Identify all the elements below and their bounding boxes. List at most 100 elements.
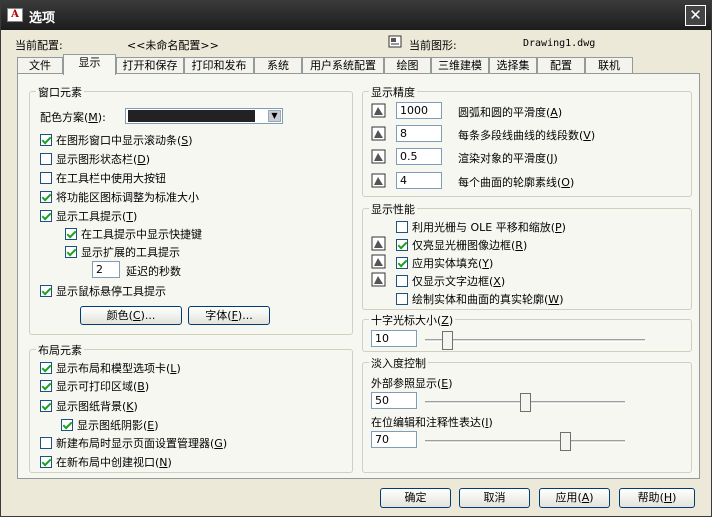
show-scrollbars-checkbox[interactable]: 在图形窗口中显示滚动条(S) — [40, 132, 193, 148]
current-profile-value: <<未命名配置>> — [127, 39, 219, 52]
pan-zoom-raster-checkbox[interactable]: 利用光栅与 OLE 平移和缩放(P) — [396, 219, 566, 235]
current-drawing-label: 当前图形: — [409, 39, 457, 52]
show-layout-model-tabs-checkbox[interactable]: 显示布局和模型选项卡(L) — [40, 360, 181, 376]
large-buttons-checkbox[interactable]: 在工具栏中使用大按钮 — [40, 170, 166, 186]
show-paper-background-checkbox[interactable]: 显示图纸背景(K) — [40, 398, 138, 414]
checkbox-box[interactable] — [396, 221, 408, 233]
display-performance-group: 显示性能 利用光栅与 OLE 平移和缩放(P) 仅亮显光栅图像边框(R) 应用实… — [362, 201, 692, 310]
tab-3d-modeling[interactable]: 三维建模 — [431, 57, 489, 74]
dialog-title: 选项 — [29, 11, 56, 26]
drawing-saved-icon — [371, 173, 386, 188]
xref-fade-input[interactable]: 50 — [371, 392, 417, 409]
colors-button[interactable]: 颜色(C)... — [80, 306, 182, 325]
tab-profiles[interactable]: 配置 — [537, 57, 585, 74]
drawing-icon — [388, 35, 402, 48]
show-page-setup-manager-checkbox[interactable]: 新建布局时显示页面设置管理器(G) — [40, 435, 227, 451]
fonts-button[interactable]: 字体(F)... — [188, 306, 270, 325]
window-elements-title: 窗口元素 — [36, 84, 84, 100]
checkbox-box[interactable] — [40, 400, 52, 412]
inplace-fade-slider-track[interactable] — [425, 440, 625, 443]
checkbox-box[interactable] — [40, 210, 52, 222]
tab-system[interactable]: 系统 — [254, 57, 302, 74]
checkbox-box[interactable] — [65, 228, 77, 240]
tab-files[interactable]: 文件 — [17, 57, 63, 74]
checkbox-box[interactable] — [40, 285, 52, 297]
contour-lines-input[interactable]: 4 — [396, 172, 442, 189]
ok-button[interactable]: 确定 — [380, 488, 451, 508]
checkbox-box[interactable] — [40, 437, 52, 449]
highlight-raster-frame-checkbox[interactable]: 仅亮显光栅图像边框(R) — [396, 237, 527, 253]
xref-fade-slider-thumb[interactable] — [520, 393, 531, 412]
checkbox-box[interactable] — [396, 257, 408, 269]
tab-open-save[interactable]: 打开和保存 — [116, 57, 184, 74]
ribbon-icon-size-checkbox[interactable]: 将功能区图标调整为标准大小 — [40, 189, 199, 205]
checkbox-box[interactable] — [40, 134, 52, 146]
apply-solid-fill-checkbox[interactable]: 应用实体填充(Y) — [396, 255, 493, 271]
extended-tooltips-checkbox[interactable]: 显示扩展的工具提示 — [65, 244, 180, 260]
checkbox-box[interactable] — [40, 191, 52, 203]
color-scheme-value — [128, 110, 255, 122]
chevron-down-icon[interactable]: ▼ — [268, 110, 281, 122]
inplace-fade-slider-thumb[interactable] — [560, 432, 571, 451]
fade-control-title: 淡入度控制 — [369, 355, 428, 371]
autocad-app-icon: A — [7, 8, 23, 22]
polyline-segments-label: 每条多段线曲线的线段数(V) — [458, 129, 596, 142]
checkbox-box[interactable] — [40, 362, 52, 374]
tab-plot-publish[interactable]: 打印和发布 — [184, 57, 254, 74]
cancel-button[interactable]: 取消 — [459, 488, 530, 508]
display-resolution-title: 显示精度 — [369, 84, 417, 100]
create-viewport-checkbox[interactable]: 在新布局中创建视口(N) — [40, 454, 172, 470]
tab-selection[interactable]: 选择集 — [489, 57, 537, 74]
crosshair-size-title: 十字光标大小(Z) — [369, 312, 456, 328]
rollover-tooltips-checkbox[interactable]: 显示鼠标悬停工具提示 — [40, 283, 166, 299]
polyline-segments-input[interactable]: 8 — [396, 125, 442, 142]
tooltip-shortcut-keys-checkbox[interactable]: 在工具提示中显示快捷键 — [65, 226, 202, 242]
close-icon: ✕ — [689, 6, 702, 24]
checkbox-box[interactable] — [65, 246, 77, 258]
apply-button[interactable]: 应用(A) — [539, 488, 610, 508]
drawing-saved-icon — [371, 126, 386, 141]
checkbox-box[interactable] — [396, 239, 408, 251]
crosshair-size-input[interactable]: 10 — [371, 330, 417, 347]
crosshair-size-slider-track[interactable] — [425, 339, 645, 342]
checkbox-box[interactable] — [40, 172, 52, 184]
window-elements-group: 窗口元素 配色方案(M): ▼ 在图形窗口中显示滚动条(S) 显示图形状态栏(D… — [29, 84, 353, 335]
show-printable-area-checkbox[interactable]: 显示可打印区域(B) — [40, 378, 149, 394]
arc-smoothness-input[interactable]: 1000 — [396, 102, 442, 119]
layout-elements-group: 布局元素 显示布局和模型选项卡(L) 显示可打印区域(B) 显示图纸背景(K) … — [29, 342, 353, 473]
xref-display-label: 外部参照显示(E) — [371, 377, 453, 390]
checkbox-box[interactable] — [40, 153, 52, 165]
show-paper-shadow-checkbox[interactable]: 显示图纸阴影(E) — [61, 417, 159, 433]
show-tooltips-checkbox[interactable]: 显示工具提示(T) — [40, 208, 137, 224]
rendered-smoothness-input[interactable]: 0.5 — [396, 148, 442, 165]
drawing-saved-icon — [371, 236, 386, 251]
current-drawing-value: Drawing1.dwg — [523, 38, 596, 49]
tab-display[interactable]: 显示 — [63, 54, 116, 75]
contour-lines-label: 每个曲面的轮廓素线(O) — [458, 176, 575, 189]
tooltip-delay-input[interactable]: 2 — [92, 261, 120, 278]
tooltip-delay-label: 延迟的秒数 — [126, 265, 181, 278]
tab-user-preferences[interactable]: 用户系统配置 — [302, 57, 384, 74]
crosshair-size-group: 十字光标大小(Z) 10 — [362, 312, 692, 352]
title-bar: A 选项 ✕ — [1, 1, 711, 30]
color-scheme-label: 配色方案(M): — [40, 111, 106, 124]
show-status-bar-checkbox[interactable]: 显示图形状态栏(D) — [40, 151, 150, 167]
crosshair-size-slider-thumb[interactable] — [442, 331, 453, 350]
true-silhouettes-checkbox[interactable]: 绘制实体和曲面的真实轮廓(W) — [396, 291, 563, 307]
checkbox-box[interactable] — [396, 293, 408, 305]
color-scheme-select[interactable]: ▼ — [125, 108, 283, 124]
checkbox-box[interactable] — [40, 380, 52, 392]
checkbox-box[interactable] — [40, 456, 52, 468]
inplace-fade-input[interactable]: 70 — [371, 431, 417, 448]
checkbox-box[interactable] — [396, 275, 408, 287]
rendered-smoothness-label: 渲染对象的平滑度(J) — [458, 152, 558, 165]
close-button[interactable]: ✕ — [685, 5, 706, 26]
tab-drafting[interactable]: 绘图 — [384, 57, 431, 74]
checkbox-box[interactable] — [61, 419, 73, 431]
tab-online[interactable]: 联机 — [585, 57, 633, 74]
display-tab-panel: 窗口元素 配色方案(M): ▼ 在图形窗口中显示滚动条(S) 显示图形状态栏(D… — [17, 73, 700, 479]
text-frame-only-checkbox[interactable]: 仅显示文字边框(X) — [396, 273, 505, 289]
help-button[interactable]: 帮助(H) — [619, 488, 695, 508]
drawing-saved-icon — [371, 272, 386, 287]
drawing-saved-icon — [371, 254, 386, 269]
